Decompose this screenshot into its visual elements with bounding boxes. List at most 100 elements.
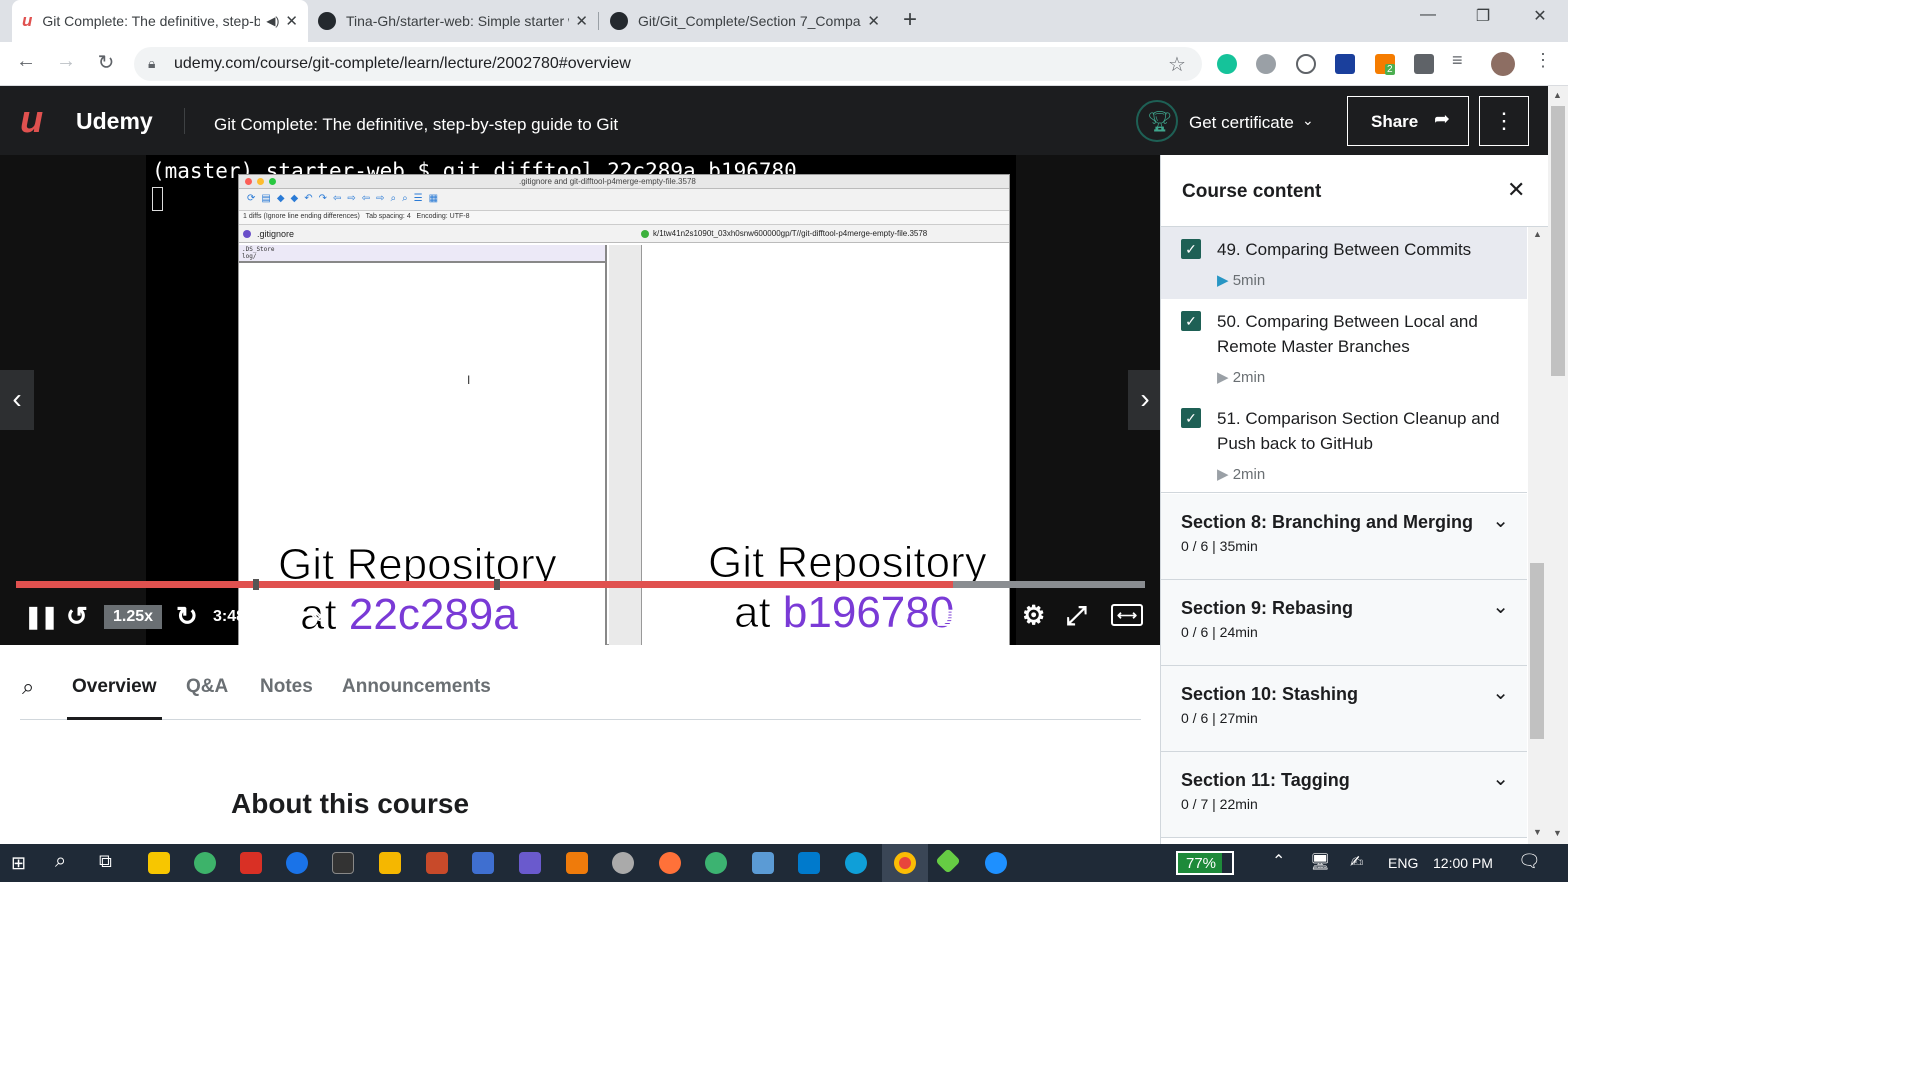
checkbox-checked[interactable]: ✓ <box>1181 239 1201 259</box>
transcript-icon[interactable]: ▤ <box>936 604 955 629</box>
udemy-logo-icon[interactable]: u <box>20 100 43 140</box>
page-scroll-thumb[interactable] <box>1551 106 1565 376</box>
url-text[interactable]: udemy.com/course/git-complete/learn/lect… <box>174 55 631 73</box>
profile-avatar[interactable] <box>1491 52 1515 76</box>
close-window-icon[interactable]: ✕ <box>1525 6 1555 26</box>
app-icon[interactable] <box>752 852 774 874</box>
video-progress-track[interactable] <box>16 579 1145 590</box>
close-tab-icon[interactable]: ✕ <box>575 12 588 30</box>
playback-speed-button[interactable]: 1.25x <box>104 605 162 629</box>
app-icon[interactable] <box>985 852 1007 874</box>
grammarly-icon[interactable] <box>1217 54 1237 74</box>
new-tab-button[interactable]: + <box>903 6 917 34</box>
minimize-icon[interactable]: — <box>1413 6 1443 24</box>
notes-icon[interactable]: ✎ <box>308 604 325 629</box>
forward-icon[interactable]: → <box>52 50 80 73</box>
browser-tab-udemy[interactable]: u Git Complete: The definitive, step-by-… <box>12 0 308 42</box>
bookmark-star-icon[interactable]: ☆ <box>1168 52 1186 77</box>
screen-capture-icon[interactable] <box>1335 54 1355 74</box>
language-indicator[interactable]: ENG <box>1388 855 1418 871</box>
cc-icon[interactable]: CC <box>978 606 1004 626</box>
battery-indicator[interactable]: 77% <box>1176 851 1234 875</box>
lecture-item[interactable]: ✓ 51. Comparison Section Cleanup and Pus… <box>1161 396 1527 493</box>
scroll-up-icon[interactable]: ▲ <box>1553 90 1562 100</box>
clock[interactable]: 12:00 PM <box>1433 855 1493 871</box>
vscode-icon[interactable] <box>798 852 820 874</box>
sticky-notes-icon[interactable] <box>148 852 170 874</box>
search-icon[interactable]: ⌕ <box>22 674 34 700</box>
speaker-icon[interactable]: ◀) <box>266 14 279 28</box>
app-icon[interactable] <box>472 852 494 874</box>
scroll-down-icon[interactable]: ▼ <box>1533 827 1542 837</box>
bookmark-marker[interactable] <box>494 579 500 590</box>
expand-width-icon[interactable]: ⟷ <box>1111 604 1143 626</box>
app-icon[interactable] <box>519 852 541 874</box>
notifications-icon[interactable]: 🗨︎ <box>1518 851 1541 872</box>
scroll-down-icon[interactable]: ▼ <box>1553 828 1562 838</box>
checkbox-checked[interactable]: ✓ <box>1181 408 1201 428</box>
trophy-icon[interactable]: 🏆︎ <box>1136 100 1178 142</box>
firefox-icon[interactable] <box>659 852 681 874</box>
tab-overview[interactable]: Overview <box>72 676 157 698</box>
windows-start-icon[interactable]: ⊞ <box>11 853 31 873</box>
chrome-menu-icon[interactable]: ⋮ <box>1534 50 1554 70</box>
udemy-logo-text[interactable]: Udemy <box>76 108 153 135</box>
settings-gear-icon[interactable]: ⚙ <box>1022 600 1045 631</box>
file-explorer-icon[interactable] <box>379 852 401 874</box>
media-control-icon[interactable]: ≡ <box>1452 50 1472 70</box>
section-header[interactable]: Section 11: Tagging 0 / 7 | 22min ⌄ <box>1161 752 1527 838</box>
fullscreen-icon[interactable]: ⤢ <box>1066 600 1087 632</box>
chevron-down-icon[interactable]: ⌄ <box>1302 112 1314 129</box>
network-icon[interactable]: 🖥︎ <box>1310 852 1330 872</box>
edge-icon[interactable] <box>845 852 867 874</box>
app-icon[interactable] <box>705 852 727 874</box>
sidebar-scroll-thumb[interactable] <box>1530 563 1544 739</box>
close-tab-icon[interactable]: ✕ <box>285 12 298 30</box>
terminal-icon[interactable] <box>332 852 354 874</box>
chevron-down-icon[interactable]: ⌄ <box>1492 680 1509 705</box>
sublime-icon[interactable] <box>566 852 588 874</box>
course-title[interactable]: Git Complete: The definitive, step-by-st… <box>214 115 618 135</box>
section-header[interactable]: Section 9: Rebasing 0 / 6 | 24min ⌄ <box>1161 580 1527 666</box>
get-certificate-button[interactable]: Get certificate <box>1189 113 1294 133</box>
globe-icon[interactable] <box>1256 54 1276 74</box>
section-header[interactable]: Section 8: Branching and Merging 0 / 6 |… <box>1161 494 1527 580</box>
chevron-down-icon[interactable]: ⌄ <box>1492 594 1509 619</box>
chevron-down-icon[interactable]: ⌄ <box>1492 766 1509 791</box>
extension-badge-icon[interactable]: 2 <box>1375 54 1395 75</box>
lecture-item[interactable]: ✓ 50. Comparing Between Local and Remote… <box>1161 299 1527 396</box>
share-button[interactable]: Share ➦ <box>1347 96 1469 146</box>
extension-icon[interactable] <box>1296 54 1316 74</box>
task-view-icon[interactable]: ⧉ <box>99 851 112 872</box>
back-icon[interactable]: ← <box>12 50 40 73</box>
chevron-up-icon[interactable]: ⌃ <box>1272 851 1285 871</box>
section-header[interactable]: Section 10: Stashing 0 / 6 | 27min ⌄ <box>1161 666 1527 752</box>
bluetooth-icon[interactable] <box>286 852 308 874</box>
app-icon[interactable] <box>612 852 634 874</box>
matlab-icon[interactable] <box>426 852 448 874</box>
previous-lecture-icon[interactable]: ‹ <box>0 370 34 430</box>
lecture-item[interactable]: ✓ 49. Comparing Between Commits ▶︎ 5min <box>1161 227 1527 299</box>
restore-icon[interactable]: ❐ <box>1468 6 1498 26</box>
tab-qa[interactable]: Q&A <box>186 676 228 698</box>
reload-icon[interactable]: ↻ <box>92 50 120 75</box>
close-sidebar-icon[interactable]: ✕ <box>1507 177 1525 203</box>
browser-tab-github-2[interactable]: Git/Git_Complete/Section 7_Comparing ✕ <box>600 0 890 42</box>
chevron-down-icon[interactable]: ⌄ <box>1492 508 1509 533</box>
sidebar-scrollbar[interactable]: ▲ ▼ <box>1528 227 1548 844</box>
app-icon[interactable] <box>935 848 961 874</box>
address-bar[interactable]: 🔒︎ udemy.com/course/git-complete/learn/l… <box>134 47 1202 81</box>
telegram-icon[interactable] <box>194 852 216 874</box>
tab-announcements[interactable]: Announcements <box>342 676 491 698</box>
mail-app-icon[interactable] <box>240 852 262 874</box>
next-lecture-icon[interactable]: › <box>1128 370 1162 430</box>
close-tab-icon[interactable]: ✕ <box>867 12 880 30</box>
more-options-icon[interactable]: ⋮ <box>1479 96 1529 146</box>
puzzle-icon[interactable] <box>1414 54 1434 74</box>
pen-icon[interactable]: ✍︎ <box>1350 852 1363 872</box>
chrome-taskbar-item[interactable] <box>882 844 928 882</box>
pause-icon[interactable]: ❚❚ <box>24 604 59 630</box>
tab-notes[interactable]: Notes <box>260 676 313 698</box>
browser-tab-github-1[interactable]: Tina-Gh/starter-web: Simple starter web … <box>308 0 598 42</box>
bookmark-marker[interactable] <box>253 579 259 590</box>
